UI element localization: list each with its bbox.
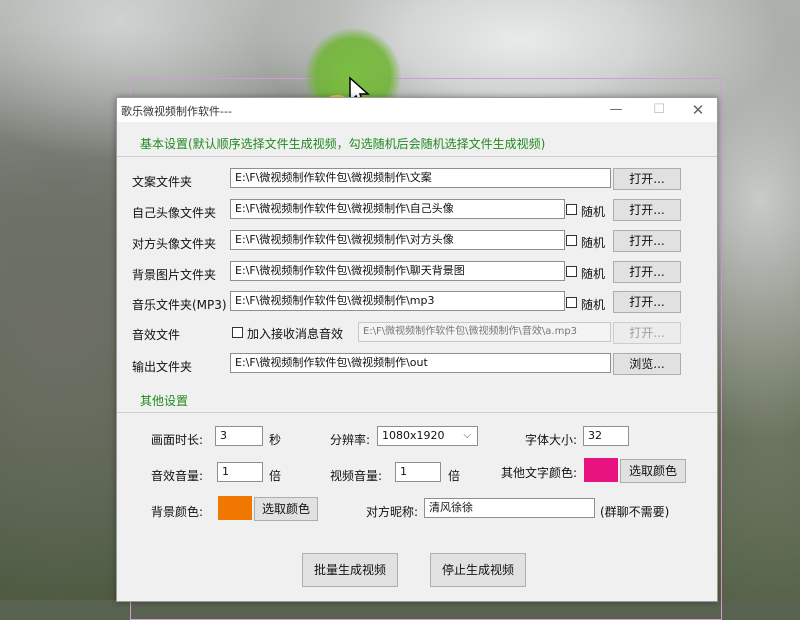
- basic-settings-title: 基本设置(默认顺序选择文件生成视频，勾选随机后会随机选择文件生成视频): [140, 137, 546, 151]
- duration-label: 画面时长:: [151, 433, 204, 447]
- sfx-volume-label: 音效音量:: [151, 469, 204, 483]
- resolution-value: 1080x1920: [382, 429, 445, 442]
- basic-settings-divider: [117, 156, 717, 157]
- nickname-note: (群聊不需要): [600, 505, 670, 519]
- video-volume-label: 视频音量:: [330, 469, 383, 483]
- font-size-label: 字体大小:: [525, 433, 578, 447]
- stop-generate-button[interactable]: 停止生成视频: [430, 553, 526, 587]
- sound-effect-open-button[interactable]: 打开...: [613, 322, 681, 344]
- sound-effect-input[interactable]: E:\F\微视频制作软件包\微视频制作\音效\a.mp3: [358, 322, 611, 342]
- music-random-checkbox[interactable]: [566, 297, 577, 308]
- other-settings-divider: [117, 412, 717, 413]
- background-folder-open-button[interactable]: 打开...: [613, 261, 681, 283]
- other-avatar-folder-label: 对方头像文件夹: [132, 237, 217, 251]
- output-folder-input[interactable]: E:\F\微视频制作软件包\微视频制作\out: [230, 353, 611, 373]
- script-folder-label: 文案文件夹: [132, 175, 193, 189]
- music-folder-open-button[interactable]: 打开...: [613, 291, 681, 313]
- app-window: 歌乐微视频制作软件--- — ☐ ✕ 基本设置(默认顺序选择文件生成视频，勾选随…: [116, 97, 718, 602]
- nickname-input[interactable]: 清风徐徐: [424, 498, 595, 518]
- music-random-label: 随机: [581, 298, 606, 312]
- script-folder-input[interactable]: E:\F\微视频制作软件包\微视频制作\文案: [230, 168, 611, 188]
- title-bar[interactable]: 歌乐微视频制作软件--- — ☐ ✕: [117, 98, 717, 122]
- music-folder-label: 音乐文件夹(MP3): [132, 298, 227, 312]
- text-color-pick-button[interactable]: 选取颜色: [620, 459, 686, 483]
- sfx-volume-unit: 倍: [269, 469, 282, 483]
- sound-effect-label: 音效文件: [132, 328, 181, 342]
- text-color-swatch: [584, 458, 618, 482]
- nickname-label: 对方昵称:: [366, 505, 419, 519]
- output-folder-browse-button[interactable]: 浏览...: [613, 353, 681, 375]
- self-avatar-folder-label: 自己头像文件夹: [132, 206, 217, 220]
- maximize-button[interactable]: ☐: [648, 100, 670, 120]
- script-folder-open-button[interactable]: 打开...: [613, 168, 681, 190]
- bg-color-swatch: [218, 496, 252, 520]
- other-settings-title: 其他设置: [140, 394, 189, 408]
- self-avatar-folder-open-button[interactable]: 打开...: [613, 199, 681, 221]
- close-button[interactable]: ✕: [687, 100, 709, 120]
- background-folder-label: 背景图片文件夹: [132, 268, 217, 282]
- self-avatar-folder-input[interactable]: E:\F\微视频制作软件包\微视频制作\自己头像: [230, 199, 565, 219]
- background-folder-input[interactable]: E:\F\微视频制作软件包\微视频制作\聊天背景图: [230, 261, 565, 281]
- receive-sound-label: 加入接收消息音效: [247, 327, 344, 341]
- font-size-input[interactable]: 32: [583, 426, 629, 446]
- self-avatar-random-label: 随机: [581, 205, 606, 219]
- other-avatar-random-checkbox[interactable]: [566, 235, 577, 246]
- receive-sound-checkbox[interactable]: [232, 327, 243, 338]
- other-avatar-folder-open-button[interactable]: 打开...: [613, 230, 681, 252]
- duration-input[interactable]: 3: [215, 426, 263, 446]
- video-volume-input[interactable]: 1: [395, 462, 441, 482]
- sfx-volume-input[interactable]: 1: [217, 462, 263, 482]
- background-random-checkbox[interactable]: [566, 266, 577, 277]
- other-avatar-random-label: 随机: [581, 236, 606, 250]
- output-folder-label: 输出文件夹: [132, 360, 193, 374]
- resolution-label: 分辨率:: [330, 433, 371, 447]
- duration-unit: 秒: [269, 433, 282, 447]
- video-volume-unit: 倍: [448, 469, 461, 483]
- resolution-select[interactable]: 1080x1920 ⌵: [377, 426, 478, 446]
- bg-color-label: 背景颜色:: [151, 505, 204, 519]
- window-title: 歌乐微视频制作软件---: [121, 105, 232, 118]
- other-avatar-folder-input[interactable]: E:\F\微视频制作软件包\微视频制作\对方头像: [230, 230, 565, 250]
- minimize-button[interactable]: —: [605, 100, 627, 120]
- music-folder-input[interactable]: E:\F\微视频制作软件包\微视频制作\mp3: [230, 291, 565, 311]
- batch-generate-button[interactable]: 批量生成视频: [302, 553, 398, 587]
- chevron-down-icon: ⌵: [463, 430, 471, 441]
- text-color-label: 其他文字颜色:: [501, 466, 578, 480]
- background-random-label: 随机: [581, 267, 606, 281]
- bg-color-pick-button[interactable]: 选取颜色: [254, 497, 318, 521]
- self-avatar-random-checkbox[interactable]: [566, 204, 577, 215]
